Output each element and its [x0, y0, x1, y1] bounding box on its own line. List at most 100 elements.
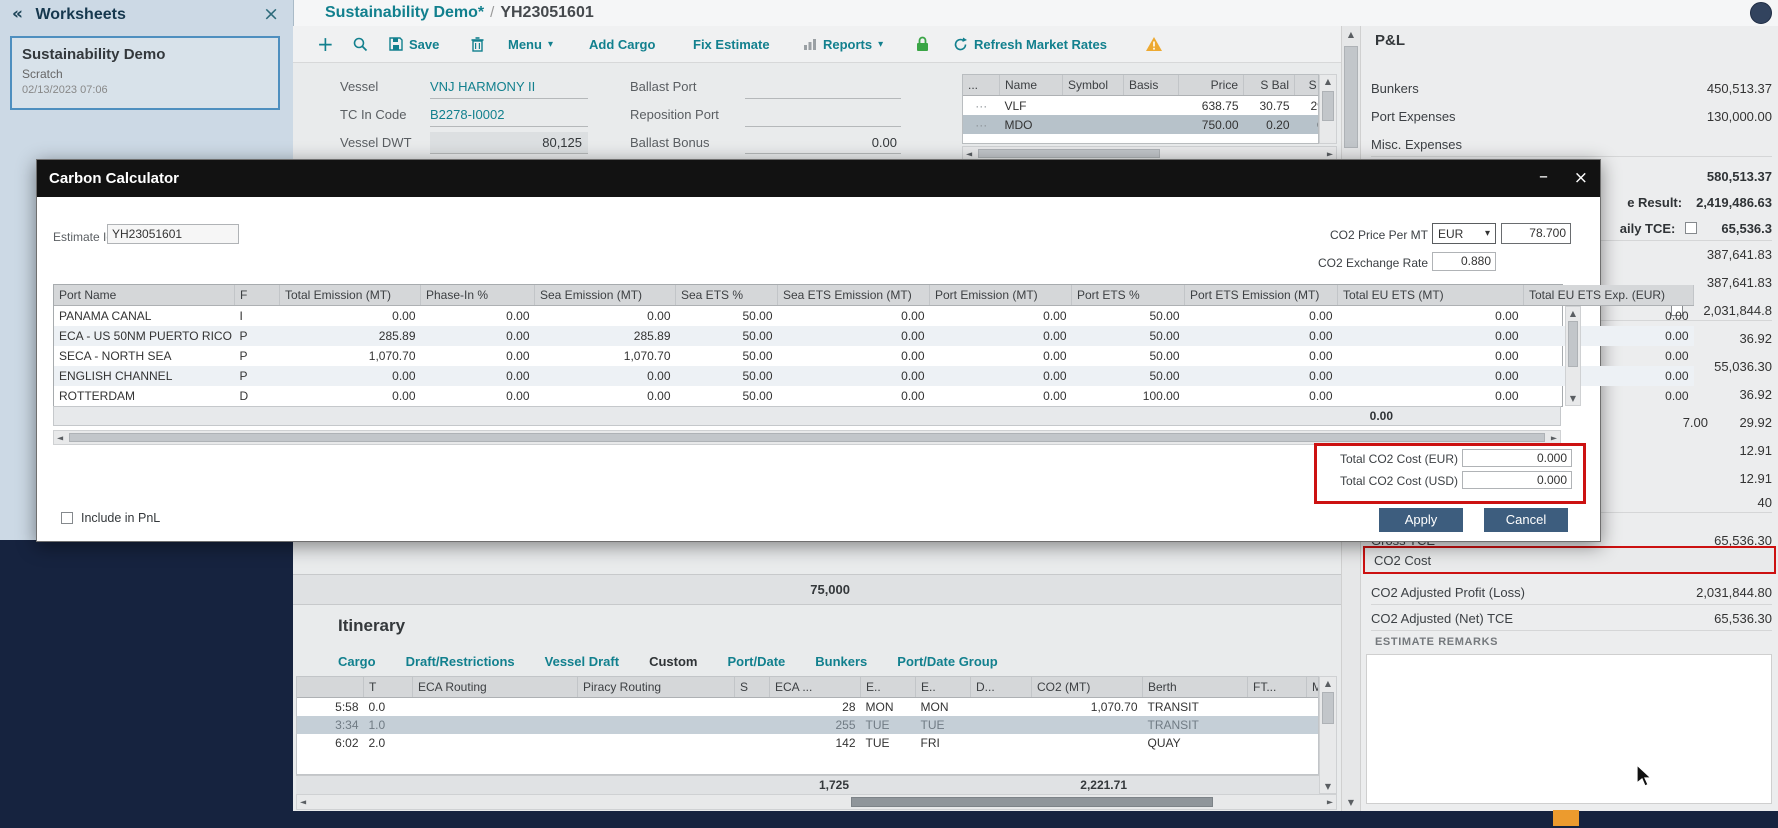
scroll-down-icon[interactable]: ▼ — [1566, 394, 1580, 403]
cell[interactable]: TRANSIT — [1143, 716, 1248, 734]
itinerary-vertical-scrollbar[interactable]: ▲ ▼ — [1319, 676, 1337, 794]
cell[interactable] — [962, 776, 1022, 794]
cell[interactable]: FRI — [916, 734, 971, 752]
scroll-up-icon[interactable]: ▲ — [1566, 309, 1580, 318]
tc-in-code-field[interactable]: B2278-I0002 — [430, 104, 588, 127]
column-header[interactable]: M3/... — [1307, 677, 1320, 698]
itinerary-horizontal-scrollbar[interactable]: ◄ ► — [296, 794, 1337, 810]
ballast-bonus-field[interactable]: 0.00 — [745, 132, 901, 154]
cell[interactable]: P — [235, 366, 280, 386]
save-button[interactable]: Save — [389, 26, 439, 62]
cell[interactable]: 0.00 — [1338, 386, 1524, 406]
cell[interactable]: 50.00 — [676, 366, 778, 386]
cell[interactable]: 1,070.70 — [280, 346, 421, 366]
cell[interactable]: 0.00 — [778, 386, 930, 406]
column-header[interactable]: Sea Emission (MT) — [535, 285, 676, 306]
cell[interactable] — [574, 776, 730, 794]
cell[interactable]: 28 — [770, 698, 861, 717]
cell[interactable]: 50.00 — [676, 386, 778, 406]
apply-button[interactable]: Apply — [1379, 508, 1463, 532]
column-header[interactable]: F — [235, 285, 280, 306]
reposition-port-field[interactable] — [745, 104, 901, 127]
column-header[interactable]: Port ETS % — [1072, 285, 1185, 306]
close-worksheets-icon[interactable]: × — [263, 0, 279, 28]
close-icon[interactable]: × — [1574, 160, 1588, 196]
cell[interactable] — [410, 776, 574, 794]
cell[interactable] — [1307, 716, 1320, 734]
scrollbar-thumb[interactable] — [1322, 91, 1334, 121]
cell[interactable]: 0.00 — [1185, 366, 1338, 386]
table-row[interactable]: ECA - US 50NM PUERTO RICOP285.890.00285.… — [54, 326, 1694, 346]
cell[interactable]: 0.00 — [1524, 386, 1694, 406]
cell[interactable]: 0.00 — [280, 386, 421, 406]
cell[interactable] — [413, 698, 578, 717]
cell[interactable] — [1063, 96, 1124, 116]
cell[interactable]: 0.00 — [1338, 306, 1524, 327]
column-header[interactable]: Total EU ETS (MT) — [1338, 285, 1524, 306]
cell[interactable]: 30.75 — [1244, 96, 1295, 116]
cell[interactable]: 0.00 — [421, 366, 535, 386]
cell[interactable]: 0.00 — [778, 346, 930, 366]
scroll-down-icon[interactable]: ▼ — [1320, 782, 1336, 791]
vessel-field[interactable]: VNJ HARMONY II — [430, 76, 588, 99]
scrollbar-thumb[interactable] — [1322, 692, 1334, 724]
cell[interactable]: ··· — [963, 96, 1000, 116]
delete-button[interactable] — [471, 26, 484, 62]
co2-exchange-field[interactable]: 0.880 — [1432, 252, 1496, 271]
cell[interactable]: 1,070.70 — [535, 346, 676, 366]
estimate-id-field[interactable]: YH23051601 — [107, 224, 239, 244]
cell[interactable]: 0.00 — [1338, 326, 1524, 346]
cell[interactable]: TRANSIT — [1143, 698, 1248, 717]
taskbar-notification[interactable] — [1553, 810, 1579, 826]
cell[interactable]: 0.00 — [1338, 366, 1524, 386]
cell[interactable]: I — [235, 306, 280, 327]
lock-button[interactable] — [915, 26, 930, 62]
tab-port-date[interactable]: Port/Date — [727, 654, 785, 669]
reports-button[interactable]: Reports▾ — [803, 26, 883, 62]
cell[interactable] — [971, 698, 1032, 717]
currency-dropdown[interactable]: EUR▾ — [1432, 223, 1496, 244]
scrollbar-thumb[interactable] — [69, 433, 1545, 442]
cell[interactable]: 0.20 — [1244, 115, 1295, 134]
cell[interactable]: 0.00 — [1524, 306, 1694, 327]
cell[interactable]: P — [235, 346, 280, 366]
table-row[interactable]: 5:580.028MONMON1,070.70TRANSIT79,035 — [297, 698, 1319, 717]
cell[interactable]: 255 — [770, 716, 861, 734]
search-button[interactable] — [353, 26, 368, 62]
column-header[interactable]: ECA Routing — [413, 677, 578, 698]
cell[interactable]: 0.00 — [930, 386, 1072, 406]
cell[interactable]: 50.00 — [1072, 346, 1185, 366]
cell[interactable] — [971, 716, 1032, 734]
cell[interactable]: 0.00 — [930, 306, 1072, 327]
scroll-right-icon[interactable]: ► — [1551, 433, 1557, 442]
scroll-left-icon[interactable]: ◄ — [300, 798, 306, 807]
column-header[interactable]: Port ETS Emission (MT) — [1185, 285, 1338, 306]
column-header[interactable]: Piracy Routing — [578, 677, 735, 698]
cell[interactable]: 0.20 — [1295, 115, 1320, 134]
cell[interactable]: 0.00 — [535, 306, 676, 327]
cell[interactable]: TUE — [916, 716, 971, 734]
cell[interactable]: 285.89 — [280, 326, 421, 346]
column-header[interactable]: ... — [963, 75, 1000, 96]
cell[interactable]: 0.00 — [280, 306, 421, 327]
cell[interactable]: 0.00 — [1185, 306, 1338, 327]
cell[interactable]: 50.00 — [1072, 366, 1185, 386]
column-header[interactable]: FT... — [1248, 677, 1307, 698]
cell[interactable]: 5:58 — [297, 698, 364, 717]
emissions-horizontal-scrollbar[interactable]: ◄ ► — [53, 430, 1561, 445]
cell[interactable]: 0.00 — [930, 326, 1072, 346]
table-row[interactable]: ROTTERDAMD0.000.000.0050.000.000.00100.0… — [54, 386, 1694, 406]
column-header[interactable]: E.. — [861, 677, 916, 698]
cell[interactable] — [1124, 115, 1179, 134]
cell[interactable]: ROTTERDAM — [54, 386, 235, 406]
cell[interactable]: MON — [916, 698, 971, 717]
cell[interactable]: 0.00 — [421, 346, 535, 366]
cell[interactable]: 2,221.71 — [1022, 776, 1132, 794]
cell[interactable] — [735, 716, 770, 734]
cell[interactable]: 0.00 — [421, 326, 535, 346]
column-header[interactable]: D... — [971, 677, 1032, 698]
globe-icon[interactable] — [1750, 2, 1772, 24]
tab-vessel-draft[interactable]: Vessel Draft — [545, 654, 619, 669]
cell[interactable]: 638.75 — [1179, 96, 1244, 116]
cell[interactable]: 1.0 — [364, 716, 413, 734]
